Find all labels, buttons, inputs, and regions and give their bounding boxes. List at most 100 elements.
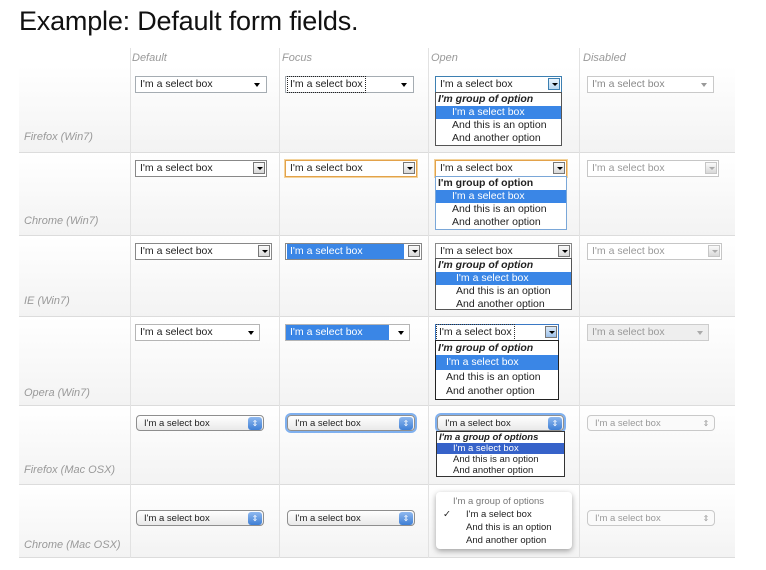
option-item[interactable]: And another option [436, 132, 561, 145]
option-item[interactable]: And another option [437, 465, 564, 476]
dropdown-arrow-icon [403, 162, 415, 174]
option-item[interactable]: I'm a select box [436, 190, 566, 203]
select-value: I'm a select box [445, 418, 511, 429]
select-value: I'm a select box [144, 513, 210, 524]
option-group-label: I'm group of option [438, 93, 534, 105]
dropdown-arrow-icon [408, 245, 420, 257]
select-value: I'm a select box [140, 78, 213, 90]
dropdown-menu: I'm a group of options ✓ I'm a select box… [436, 492, 572, 549]
select-default[interactable]: I'm a select box ⇕ [136, 510, 264, 526]
option-label: I'm a select box [466, 509, 532, 520]
select-default[interactable]: I'm a select box [135, 76, 267, 93]
dropdown-arrow-icon [258, 245, 270, 257]
select-value: I'm a select box [440, 78, 513, 90]
dropdown-arrow-icon [254, 83, 260, 87]
stepper-arrows-icon: ⇕ [399, 417, 413, 430]
option-group-label: I'm a group of options [453, 496, 545, 507]
option-item[interactable]: And this is an option [436, 521, 572, 534]
select-disabled: I'm a select box [587, 324, 709, 341]
dropdown-arrow-icon [398, 331, 404, 335]
select-value: I'm a select box [595, 513, 661, 524]
select-focus[interactable]: I'm a select box [285, 324, 410, 341]
option-item[interactable]: I'm a select box [437, 443, 564, 454]
dropdown-arrow-icon [248, 331, 254, 335]
option-item[interactable]: And another option [436, 216, 566, 229]
column-header-default: Default [132, 52, 167, 64]
option-item[interactable]: I'm a select box [436, 355, 558, 370]
option-item[interactable]: And another option [436, 384, 558, 398]
select-value: I'm a select box [287, 244, 404, 259]
select-focus[interactable]: I'm a select box ⇕ [287, 415, 415, 431]
dropdown-arrow-icon [401, 83, 407, 87]
dropdown-arrow-icon [558, 245, 570, 257]
option-group-label: I'm group of option [438, 259, 534, 271]
option-item[interactable]: And another option [436, 534, 572, 547]
select-open[interactable]: I'm a select box [435, 76, 562, 93]
stepper-arrows-icon: ⇕ [248, 417, 262, 430]
select-open[interactable]: I'm a select box ⇕ [437, 415, 564, 431]
select-value: I'm a select box [295, 513, 361, 524]
column-divider [428, 48, 429, 558]
select-focus[interactable]: I'm a select box ⇕ [287, 510, 415, 526]
dropdown-arrow-icon [705, 162, 717, 174]
select-disabled: I'm a select box ⇕ [587, 510, 715, 526]
row-label-chrome-win: Chrome (Win7) [24, 215, 99, 227]
option-item[interactable]: And this is an option [436, 203, 566, 216]
select-disabled: I'm a select box ⇕ [587, 415, 715, 431]
option-group-label: I'm a group of options [439, 432, 539, 443]
dropdown-arrow-icon [553, 162, 565, 174]
column-divider [279, 48, 280, 558]
select-value: I'm a select box [140, 245, 213, 257]
column-divider [130, 48, 131, 558]
select-disabled: I'm a select box [587, 76, 714, 93]
dropdown-arrow-icon [548, 78, 560, 90]
select-default[interactable]: I'm a select box [135, 324, 260, 341]
dropdown-list: I'm group of option I'm a select box And… [435, 176, 567, 230]
select-value: I'm a select box [287, 76, 366, 93]
select-value: I'm a select box [290, 162, 363, 174]
option-item[interactable]: And this is an option [436, 285, 571, 298]
select-value: I'm a select box [440, 162, 513, 174]
select-value: I'm a select box [592, 245, 665, 257]
select-value: I'm a select box [595, 418, 661, 429]
select-default[interactable]: I'm a select box [135, 160, 267, 177]
dropdown-list: I'm group of option I'm a select box And… [435, 258, 572, 310]
dropdown-list: I'm group of option I'm a select box And… [435, 340, 559, 400]
column-header-disabled: Disabled [583, 52, 626, 64]
select-value: I'm a select box [592, 162, 665, 174]
dropdown-arrow-icon [701, 83, 707, 87]
select-open[interactable]: I'm a select box [435, 324, 559, 341]
option-item[interactable]: I'm a select box [436, 272, 571, 285]
stepper-arrows-icon: ⇕ [702, 514, 710, 523]
select-value: I'm a select box [295, 418, 361, 429]
dropdown-arrow-icon [545, 326, 557, 338]
column-divider [579, 48, 580, 558]
checkmark-icon: ✓ [443, 509, 451, 520]
option-item[interactable]: And this is an option [436, 119, 561, 132]
option-item[interactable]: ✓ I'm a select box [436, 508, 572, 521]
select-value: I'm a select box [290, 326, 363, 338]
select-focus[interactable]: I'm a select box [285, 160, 417, 177]
option-item[interactable]: And this is an option [437, 454, 564, 465]
dropdown-list: I'm a group of options I'm a select box … [436, 431, 565, 477]
dropdown-arrow-icon [253, 162, 265, 174]
select-default[interactable]: I'm a select box [135, 243, 272, 260]
select-disabled: I'm a select box [587, 160, 719, 177]
row-label-firefox-mac: Firefox (Mac OSX) [24, 464, 116, 476]
column-header-focus: Focus [282, 52, 312, 64]
option-item[interactable]: And this is an option [436, 370, 558, 384]
row-label-ie-win: IE (Win7) [24, 295, 70, 307]
stepper-arrows-icon: ⇕ [702, 419, 710, 428]
stepper-arrows-icon: ⇕ [548, 417, 562, 430]
option-item[interactable]: I'm a select box [436, 106, 561, 119]
select-value: I'm a select box [592, 326, 665, 338]
select-default[interactable]: I'm a select box ⇕ [136, 415, 264, 431]
row-label-opera-win: Opera (Win7) [24, 387, 90, 399]
select-value: I'm a select box [140, 162, 213, 174]
stepper-arrows-icon: ⇕ [399, 512, 413, 525]
select-value: I'm a select box [144, 418, 210, 429]
option-item[interactable]: And another option [436, 298, 571, 311]
select-open[interactable]: I'm a select box [435, 160, 567, 177]
select-focus[interactable]: I'm a select box [285, 243, 422, 260]
select-focus[interactable]: I'm a select box [285, 76, 414, 93]
